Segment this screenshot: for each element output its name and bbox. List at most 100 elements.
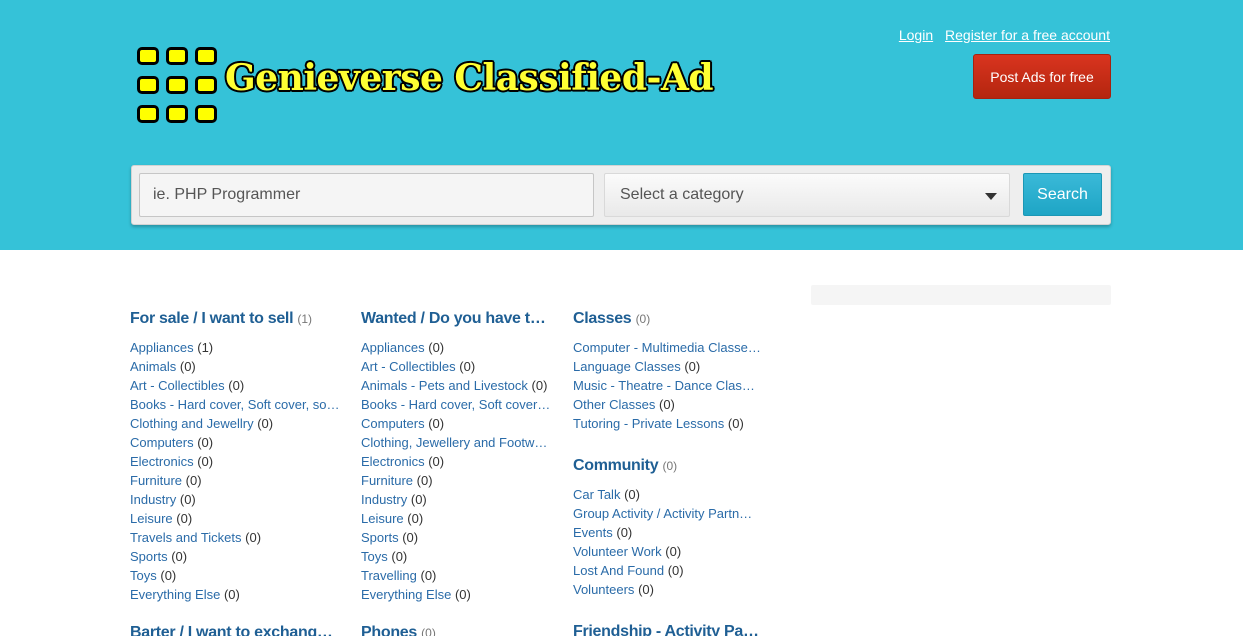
list-item: Computers (0): [361, 414, 551, 433]
category-title[interactable]: Barter / I want to exchang…: [130, 622, 342, 636]
subcategory-count: (0): [428, 340, 445, 355]
list-item: Books - Hard cover, Soft cover…: [361, 395, 551, 414]
subcategory-count: (0): [245, 530, 262, 545]
subcategory-link[interactable]: Car Talk: [573, 487, 620, 502]
site-logo[interactable]: Genieverse Classified-Ad: [137, 47, 737, 127]
list-item: Group Activity / Activity Partn…: [573, 504, 765, 523]
subcategory-link[interactable]: Computer - Multimedia Classe…: [573, 340, 761, 355]
list-item: Volunteer Work (0): [573, 542, 765, 561]
list-item: Clothing and Jewellry (0): [130, 414, 342, 433]
category-title-text: Phones: [361, 624, 417, 636]
subcategory-link[interactable]: Travels and Tickets: [130, 530, 242, 545]
category-block: Friendship - Activity Pa…: [573, 621, 765, 636]
subcategory-link[interactable]: Everything Else: [130, 587, 220, 602]
list-item: Animals - Pets and Livestock (0): [361, 376, 551, 395]
subcategory-link[interactable]: Books - Hard cover, Soft cover…: [361, 397, 550, 412]
subcategory-link[interactable]: Volunteers: [573, 582, 634, 597]
subcategory-link[interactable]: Other Classes: [573, 397, 655, 412]
subcategory-link[interactable]: Furniture: [130, 473, 182, 488]
subcategory-link[interactable]: Sports: [361, 530, 399, 545]
register-link[interactable]: Register for a free account: [945, 27, 1110, 43]
subcategory-link[interactable]: Language Classes: [573, 359, 681, 374]
category-column-2-next: Phones (0): [361, 622, 551, 636]
category-title[interactable]: Phones (0): [361, 622, 551, 636]
category-column-1: For sale / I want to sell (1) Appliances …: [130, 308, 342, 626]
subcategory-count: (0): [416, 473, 433, 488]
subcategory-count: (0): [638, 582, 654, 597]
category-block: Community (0) Car Talk (0) Group Activity …: [573, 455, 765, 599]
subcategory-link[interactable]: Volunteer Work: [573, 544, 662, 559]
subcategory-link[interactable]: Computers: [130, 435, 194, 450]
category-title[interactable]: For sale / I want to sell (1): [130, 308, 342, 330]
subcategory-link[interactable]: Appliances: [361, 340, 425, 355]
list-item: Animals (0): [130, 357, 342, 376]
subcategory-link[interactable]: Art - Collectibles: [361, 359, 456, 374]
subcategory-link[interactable]: Animals - Pets and Livestock: [361, 378, 528, 393]
subcategory-link[interactable]: Electronics: [130, 454, 194, 469]
list-item: Everything Else (0): [130, 585, 342, 604]
category-count: (0): [421, 626, 436, 636]
subcategory-link[interactable]: Lost And Found: [573, 563, 664, 578]
subcategory-link[interactable]: Computers: [361, 416, 425, 431]
header: Genieverse Classified-Ad Login Register …: [0, 0, 1243, 250]
list-item: Appliances (0): [361, 338, 551, 357]
subcategory-count: (0): [197, 454, 214, 469]
subcategory-link[interactable]: Art - Collectibles: [130, 378, 225, 393]
search-input[interactable]: [139, 173, 594, 217]
subcategory-list: Appliances (0) Art - Collectibles (0) Anim…: [361, 338, 551, 604]
list-item: Computers (0): [130, 433, 342, 452]
list-item: Industry (0): [361, 490, 551, 509]
subcategory-link[interactable]: Clothing and Jewellry: [130, 416, 254, 431]
subcategory-link[interactable]: Toys: [361, 549, 388, 564]
subcategory-link[interactable]: Appliances: [130, 340, 194, 355]
subcategory-count: (0): [179, 359, 196, 374]
subcategory-count: (0): [185, 473, 202, 488]
list-item: Toys (0): [361, 547, 551, 566]
subcategory-link[interactable]: Clothing, Jewellery and Footw…: [361, 435, 547, 450]
subcategory-link[interactable]: Music - Theatre - Dance Clas…: [573, 378, 755, 393]
list-item: Computer - Multimedia Classe…: [573, 338, 765, 357]
category-title-text: Community: [573, 457, 659, 474]
category-title[interactable]: Wanted / Do you have t…: [361, 308, 551, 330]
subcategory-count: (0): [667, 563, 684, 578]
category-title[interactable]: Friendship - Activity Pa…: [573, 621, 765, 636]
subcategory-link[interactable]: Travelling: [361, 568, 417, 583]
subcategory-link[interactable]: Industry: [130, 492, 176, 507]
subcategory-link[interactable]: Animals: [130, 359, 176, 374]
search-button[interactable]: Search: [1023, 173, 1102, 216]
post-ads-button[interactable]: Post Ads for free: [973, 54, 1111, 99]
category-title[interactable]: Community (0): [573, 455, 765, 477]
subcategory-list: Car Talk (0) Group Activity / Activity Pa…: [573, 485, 765, 599]
category-column-1-next: Barter / I want to exchang…: [130, 622, 342, 636]
subcategory-link[interactable]: Industry: [361, 492, 407, 507]
list-item: Music - Theatre - Dance Clas…: [573, 376, 765, 395]
list-item: Tutoring - Private Lessons (0): [573, 414, 765, 433]
list-item: Leisure (0): [361, 509, 551, 528]
subcategory-link[interactable]: Sports: [130, 549, 168, 564]
subcategory-link[interactable]: Leisure: [130, 511, 173, 526]
list-item: Leisure (0): [130, 509, 342, 528]
subcategory-count: (0): [391, 549, 408, 564]
list-item: Electronics (0): [361, 452, 551, 471]
subcategory-link[interactable]: Everything Else: [361, 587, 451, 602]
category-select[interactable]: Select a category: [604, 173, 1010, 217]
subcategory-link[interactable]: Group Activity / Activity Partn…: [573, 506, 752, 521]
category-block: For sale / I want to sell (1) Appliances …: [130, 308, 342, 604]
subcategory-count: (0): [160, 568, 177, 583]
subcategory-link[interactable]: Events: [573, 525, 613, 540]
subcategory-link[interactable]: Electronics: [361, 454, 425, 469]
logo-grid-icon: [137, 47, 219, 127]
subcategory-link[interactable]: Leisure: [361, 511, 404, 526]
login-link[interactable]: Login: [899, 27, 933, 43]
subcategory-count: (1): [197, 340, 214, 355]
subcategory-count: (0): [616, 525, 633, 540]
subcategory-link[interactable]: Toys: [130, 568, 157, 583]
list-item: Industry (0): [130, 490, 342, 509]
top-links: Login Register for a free account: [891, 27, 1110, 43]
subcategory-link[interactable]: Furniture: [361, 473, 413, 488]
subcategory-link[interactable]: Tutoring - Private Lessons: [573, 416, 724, 431]
search-bar: Select a category Search: [131, 165, 1111, 225]
category-title[interactable]: Classes (0): [573, 308, 765, 330]
subcategory-link[interactable]: Books - Hard cover, Soft cover, so…: [130, 397, 340, 412]
category-title-text: Barter / I want to exchang…: [130, 624, 333, 636]
